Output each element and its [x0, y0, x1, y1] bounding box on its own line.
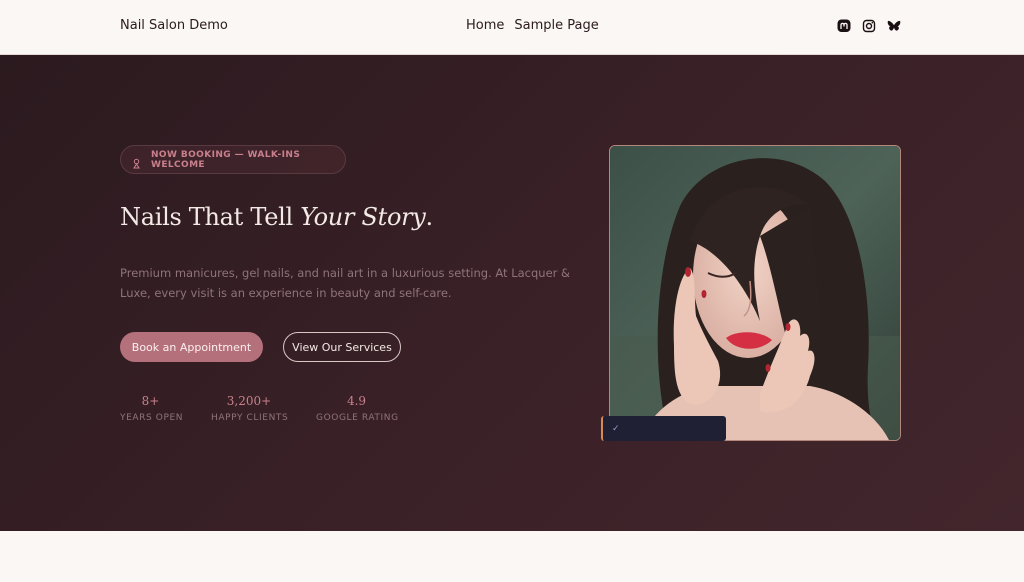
- stat-value: 3,200+: [226, 394, 272, 408]
- stat-label: HAPPY CLIENTS: [211, 413, 289, 423]
- main-nav: Home Sample Page: [466, 18, 599, 33]
- stat-label: YEARS OPEN: [120, 413, 184, 423]
- pin-icon: [132, 154, 141, 169]
- site-header: Nail Salon Demo Home Sample Page: [0, 0, 1024, 55]
- stat-happy-clients: 3,200+ HAPPY CLIENTS: [211, 394, 289, 423]
- book-appointment-button[interactable]: Book an Appointment: [120, 332, 263, 362]
- nav-home[interactable]: Home: [466, 18, 504, 33]
- stat-label: GOOGLE RATING: [316, 413, 399, 423]
- hero-title-main: Nails That Tell: [120, 203, 293, 231]
- hero-photo: [609, 145, 901, 441]
- bluesky-icon[interactable]: [887, 18, 901, 32]
- view-services-button[interactable]: View Our Services: [283, 332, 401, 362]
- social-links: [837, 18, 901, 33]
- photo-overlay-card: ✓: [601, 416, 726, 441]
- hero-title-italic: Your Story: [300, 203, 426, 231]
- instagram-icon[interactable]: [862, 18, 876, 33]
- hero-title-end: .: [425, 203, 434, 231]
- stat-value: 8+: [141, 394, 160, 408]
- stat-years-open: 8+ YEARS OPEN: [120, 394, 184, 423]
- nav-sample-page[interactable]: Sample Page: [514, 18, 598, 33]
- stat-value: 4.9: [346, 394, 367, 408]
- hero-section: NOW BOOKING — WALK-INS WELCOME Nails Tha…: [0, 55, 1024, 531]
- check-icon: ✓: [612, 423, 620, 434]
- badge-text: NOW BOOKING — WALK-INS WELCOME: [151, 149, 301, 170]
- mastodon-icon[interactable]: [837, 18, 851, 32]
- hero-description: Premium manicures, gel nails, and nail a…: [120, 266, 571, 300]
- site-title-link[interactable]: Nail Salon Demo: [120, 18, 228, 33]
- booking-badge: NOW BOOKING — WALK-INS WELCOME: [120, 145, 346, 174]
- stat-google-rating: 4.9 GOOGLE RATING: [316, 394, 399, 423]
- hero-title: Nails That Tell Your Story.: [120, 203, 433, 231]
